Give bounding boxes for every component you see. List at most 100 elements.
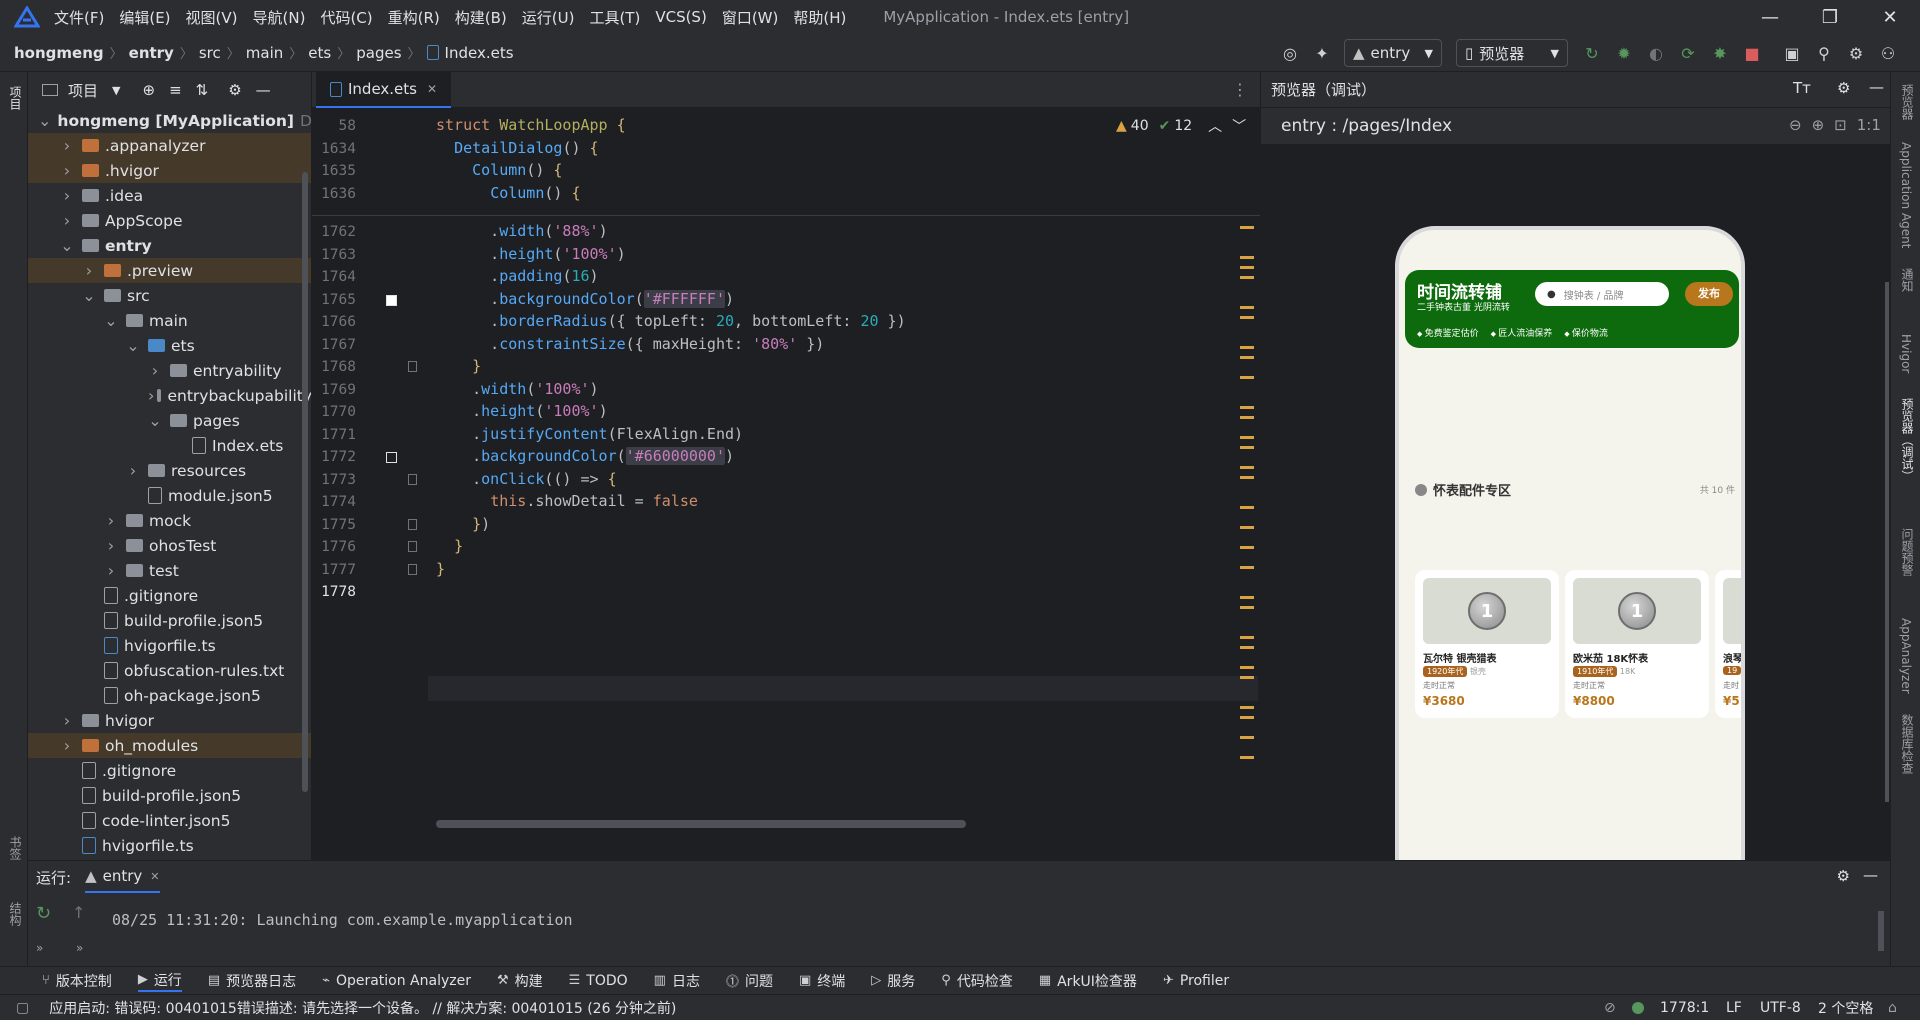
debug-icon[interactable]: ✹ <box>1612 41 1636 65</box>
status-message[interactable]: 应用启动: 错误码: 00401015错误描述: 请先选择一个设备。 // 解决… <box>49 998 676 1018</box>
sync-status-icon[interactable] <box>1632 1001 1644 1014</box>
preview-scrollbar[interactable] <box>1885 282 1889 802</box>
menu-item[interactable]: 代码(C) <box>320 7 372 28</box>
warning-stripe-mark[interactable] <box>1240 276 1254 279</box>
bottom-tool-build[interactable]: ⚒ 构建 <box>497 971 543 991</box>
chevron-down-icon[interactable]: ﹀ <box>1232 116 1246 136</box>
chevron-down-icon[interactable]: ⌄ <box>126 336 140 355</box>
indent-setting[interactable]: 2 个空格 <box>1818 998 1873 1018</box>
warning-stripe-mark[interactable] <box>1240 406 1254 409</box>
bottom-tool-operation-analyzer[interactable]: ⌁ Operation Analyzer <box>322 973 471 989</box>
run-scrollbar[interactable] <box>1878 911 1884 951</box>
run-tab-entry[interactable]: ▲ entry ✕ <box>85 861 160 893</box>
chevron-right-icon[interactable]: › <box>82 261 96 280</box>
tree-item[interactable]: oh-package.json5 <box>28 683 311 708</box>
breadcrumb-item[interactable]: src <box>199 44 221 62</box>
right-tool-tab[interactable]: 通知 <box>1899 268 1916 292</box>
font-size-icon[interactable]: Tт <box>1793 79 1811 97</box>
warning-stripe-mark[interactable] <box>1240 716 1254 719</box>
menu-item[interactable]: 运行(U) <box>522 7 575 28</box>
restore-icon[interactable]: ❐ <box>1800 0 1860 34</box>
tree-item[interactable]: › .preview <box>28 258 311 283</box>
warning-stripe-mark[interactable] <box>1240 436 1254 439</box>
menu-item[interactable]: 视图(V) <box>186 7 238 28</box>
tree-item[interactable]: obfuscation-rules.txt <box>28 658 311 683</box>
bottom-tool-problems[interactable]: ⓵ 问题 <box>726 971 773 991</box>
chevron-down-icon[interactable]: ⌄ <box>60 236 74 255</box>
chevron-down-icon[interactable]: ⌄ <box>82 286 96 305</box>
chevron-right-icon[interactable]: › <box>60 136 74 155</box>
tree-item[interactable]: ⌄ entry <box>28 233 311 258</box>
warning-stripe-mark[interactable] <box>1240 596 1254 599</box>
breadcrumb-item[interactable]: pages <box>356 44 401 62</box>
tree-item[interactable]: hvigorfile.ts <box>28 633 311 658</box>
chevron-down-icon[interactable]: ⌄ <box>104 311 118 330</box>
chevron-right-icon[interactable]: › <box>60 736 74 755</box>
warning-stripe-mark[interactable] <box>1240 606 1254 609</box>
readonly-icon[interactable]: ⊘ <box>1604 1000 1616 1016</box>
reload-icon[interactable]: ⟳ <box>1676 41 1700 65</box>
project-title[interactable]: 项目 <box>68 80 98 101</box>
breadcrumb-item[interactable]: Index.ets <box>426 44 514 62</box>
bottom-tool-code-check[interactable]: ⚲ 代码检查 <box>941 971 1013 991</box>
warning-stripe-mark[interactable] <box>1240 676 1254 679</box>
tree-item[interactable]: Index.ets <box>28 433 311 458</box>
warning-stripe-mark[interactable] <box>1240 306 1254 309</box>
right-tool-tab[interactable]: 问题预警 <box>1899 528 1916 576</box>
product-card[interactable]: 1 瓦尔特 银壳猎表 1920年代 银壳 走时正常 ¥3680 <box>1415 570 1559 718</box>
tree-item[interactable]: › .idea <box>28 183 311 208</box>
right-tool-tab[interactable]: Hvigor <box>1899 334 1913 373</box>
bottom-tool-log[interactable]: ▥ 日志 <box>654 971 700 991</box>
bottom-tool-todo[interactable]: ☰ TODO <box>569 973 628 989</box>
tree-item[interactable]: › .hvigor <box>28 158 311 183</box>
more-tabs-icon[interactable]: ⋮ <box>1232 80 1248 99</box>
sticky-code-line[interactable]: Column() { <box>436 184 580 202</box>
close-tab-icon[interactable]: ✕ <box>427 82 437 96</box>
chevron-right-icon[interactable]: › <box>60 711 74 730</box>
rerun-icon[interactable]: ↻ <box>36 903 51 924</box>
project-scrollbar[interactable] <box>302 172 308 792</box>
warning-stripe-mark[interactable] <box>1240 506 1254 509</box>
bottom-tool-version-control[interactable]: ⑂ 版本控制 <box>42 971 112 991</box>
bottom-tool-run[interactable]: ▶ 运行 <box>137 970 182 992</box>
tree-item[interactable]: code-linter.json5 <box>28 808 311 833</box>
more-icon[interactable]: » <box>76 941 83 955</box>
right-tool-tab[interactable]: 数据库检查 <box>1899 714 1916 774</box>
target-icon[interactable]: ◎ <box>1278 41 1302 65</box>
right-tool-tab[interactable]: 预览器 <box>1899 84 1916 120</box>
entry-combo[interactable]: ▲ entry ▼ <box>1344 39 1442 67</box>
product-card[interactable]: 1 浪琴19 走时 ¥5 <box>1715 570 1741 718</box>
locate-icon[interactable]: ⊕ <box>142 81 155 99</box>
chevron-right-icon[interactable]: › <box>104 561 118 580</box>
breadcrumb-item[interactable]: entry <box>129 44 174 62</box>
menu-item[interactable]: 文件(F) <box>54 7 104 28</box>
bottom-tool-profiler[interactable]: ✈ Profiler <box>1163 973 1229 989</box>
bottom-tool-services[interactable]: ▷ 服务 <box>871 971 915 991</box>
previewer-combo[interactable]: ▯ 预览器 ▼ <box>1456 39 1568 67</box>
warning-stripe-mark[interactable] <box>1240 466 1254 469</box>
tree-item[interactable]: .gitignore <box>28 758 311 783</box>
sticky-code-line[interactable]: struct WatchLoopApp { <box>436 116 626 134</box>
tree-item[interactable]: module.json5 <box>28 483 311 508</box>
collapse-all-icon[interactable]: ≡ <box>169 81 182 99</box>
tree-item[interactable]: ⌄ pages <box>28 408 311 433</box>
chevron-down-icon[interactable]: ⌄ <box>38 111 51 130</box>
rerun-icon[interactable]: ↻ <box>1580 41 1604 65</box>
breadcrumb-item[interactable]: main <box>246 44 283 62</box>
settings-icon[interactable]: ⚙ <box>1844 41 1868 65</box>
warning-stripe-mark[interactable] <box>1240 706 1254 709</box>
warning-stripe-mark[interactable] <box>1240 526 1254 529</box>
chevron-up-icon[interactable]: ︿ <box>1208 116 1222 136</box>
menu-item[interactable]: 窗口(W) <box>722 7 779 28</box>
tree-item[interactable]: ⌄ main <box>28 308 311 333</box>
error-stripe[interactable] <box>312 216 1260 856</box>
attach-icon[interactable]: ◐ <box>1644 41 1668 65</box>
ratio-icon[interactable]: 1:1 <box>1857 116 1881 134</box>
expand-icon[interactable]: » <box>36 941 43 955</box>
gear-icon[interactable]: ⚙ <box>1837 867 1850 885</box>
line-separator[interactable]: LF <box>1726 1000 1742 1016</box>
chevron-right-icon[interactable]: › <box>126 461 140 480</box>
warning-stripe-mark[interactable] <box>1240 446 1254 449</box>
scroll-up-icon[interactable]: ↑ <box>72 903 85 922</box>
app-publish-button[interactable]: 发布 <box>1685 282 1733 306</box>
